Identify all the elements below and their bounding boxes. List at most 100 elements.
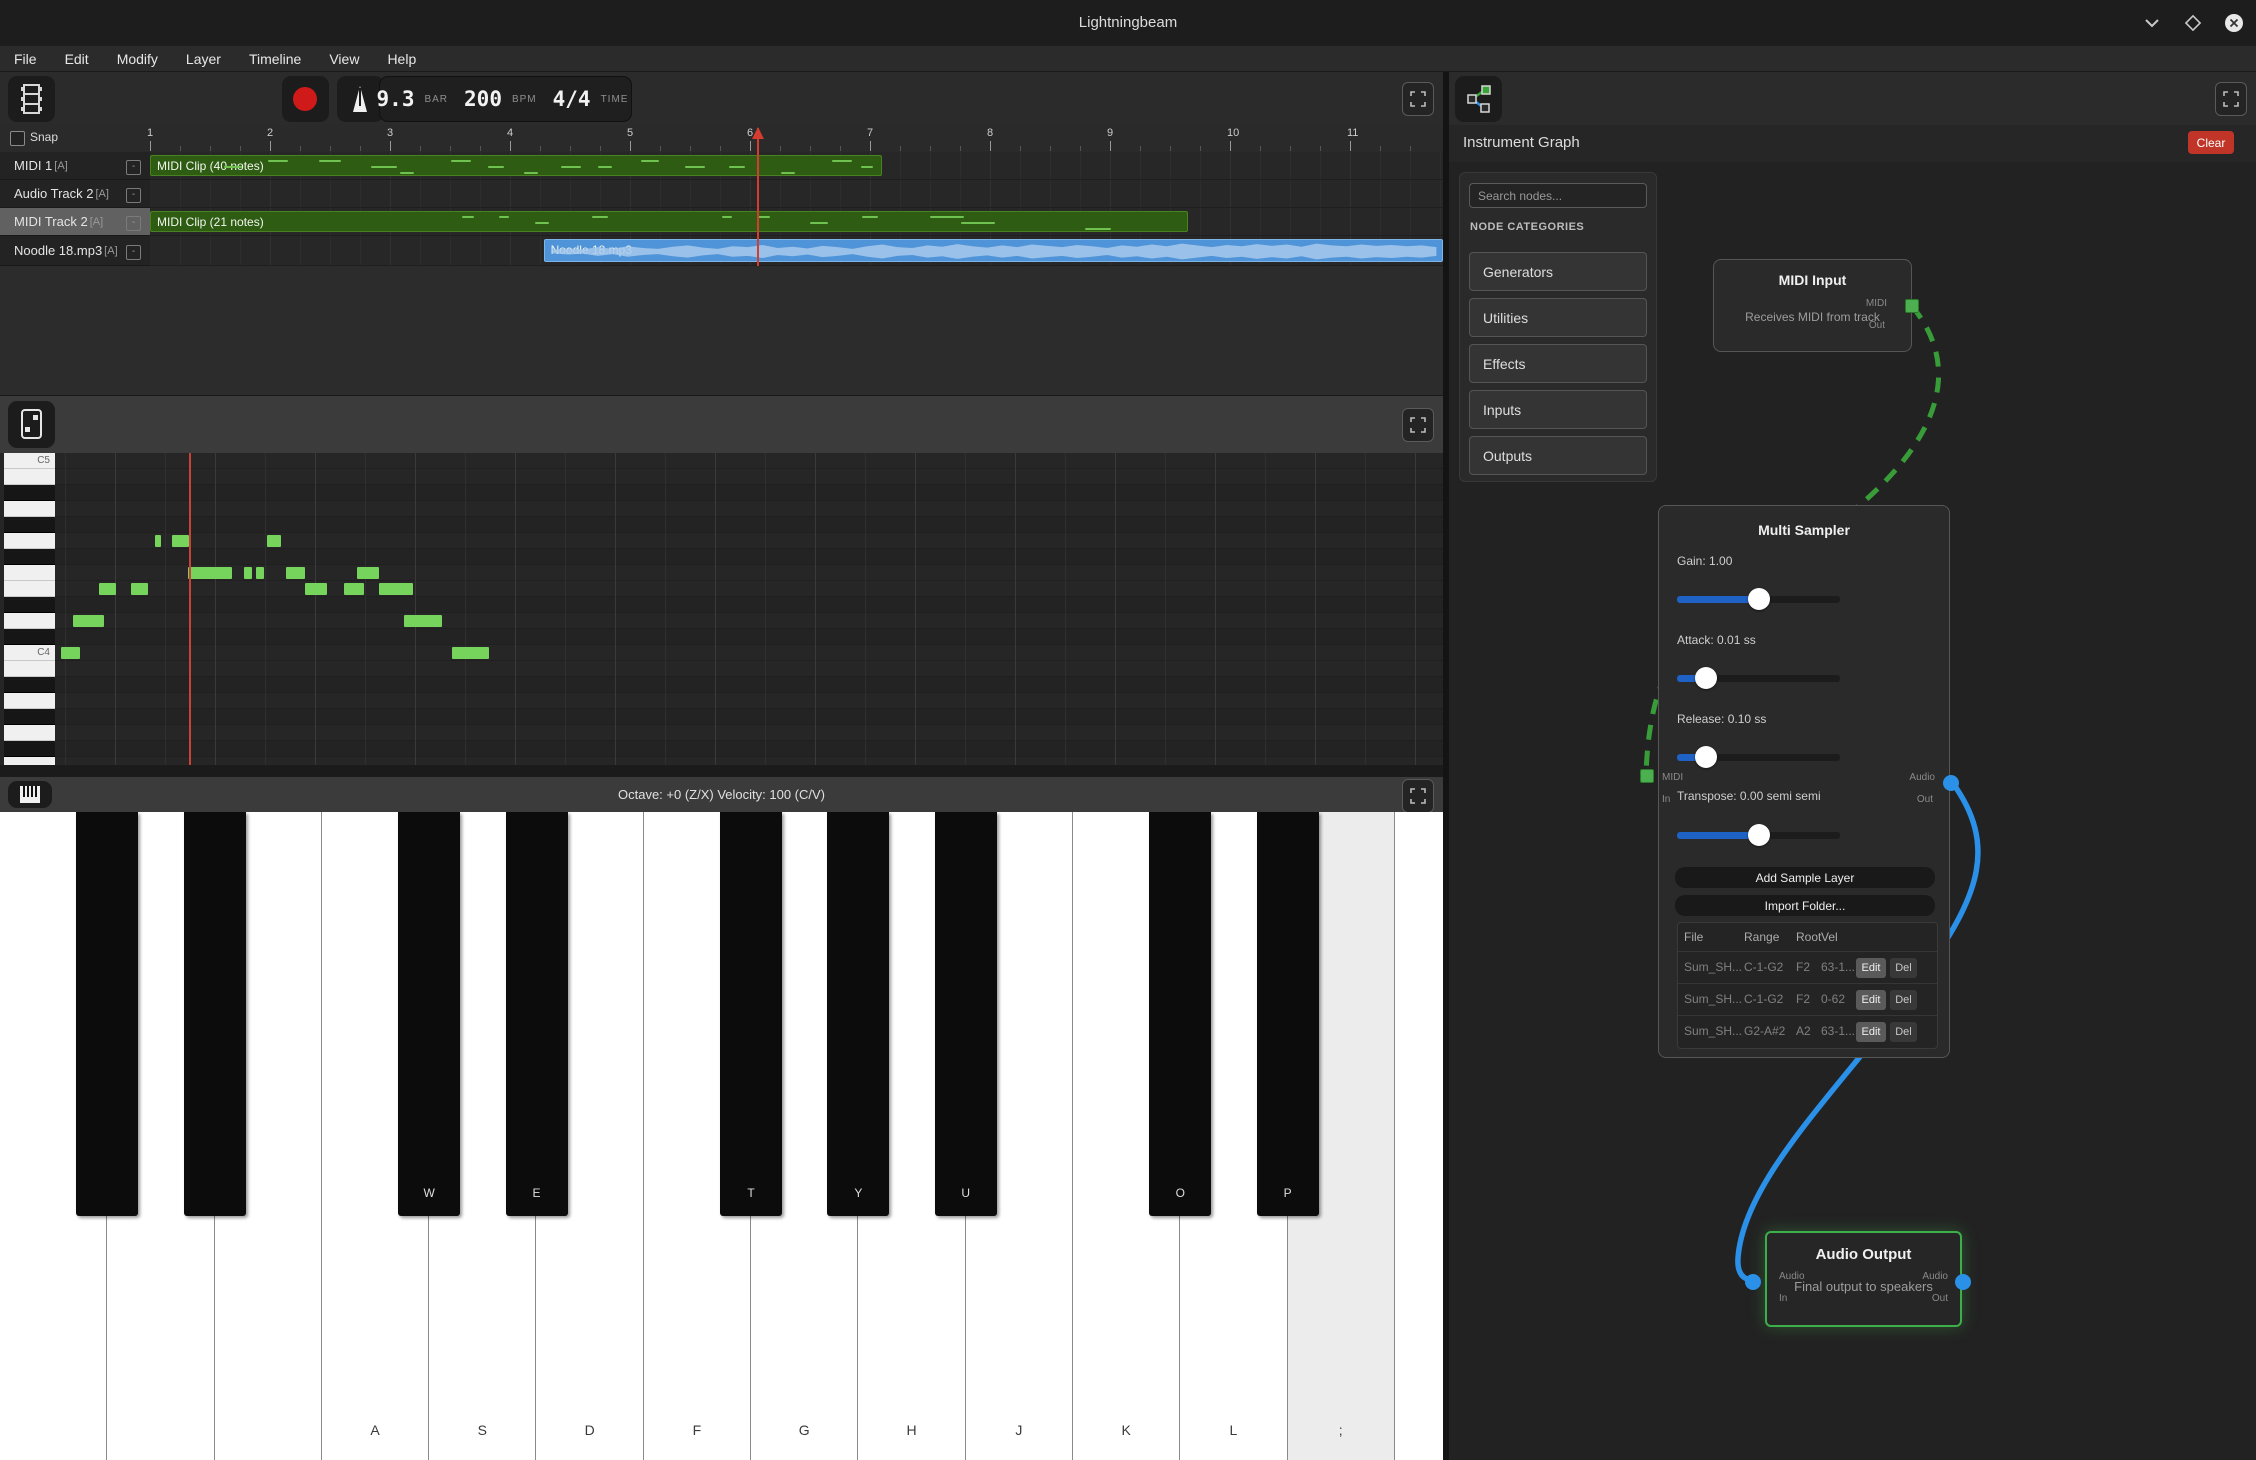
midi-note[interactable] (379, 583, 413, 595)
white-key-cell[interactable] (4, 501, 55, 517)
track-header-audio-track-2[interactable]: Audio Track 2[A]- (0, 180, 150, 208)
midi-clip[interactable]: MIDI Clip (21 notes) (150, 211, 1188, 232)
midi-note[interactable] (256, 567, 264, 579)
black-key-cell[interactable] (4, 485, 55, 501)
track-checkbox[interactable]: - (126, 188, 141, 203)
gain-slider[interactable] (1677, 588, 1840, 610)
keyboard-expand-button[interactable] (1402, 779, 1434, 813)
midi-note[interactable] (131, 583, 148, 595)
track-header-midi-track-2[interactable]: MIDI Track 2[A]- (0, 208, 150, 236)
midi-input-node[interactable]: MIDI Input Receives MIDI from track MIDI… (1713, 259, 1912, 352)
black-key-cell[interactable] (4, 549, 55, 565)
clear-graph-button[interactable]: Clear (2188, 131, 2234, 154)
black-key-p[interactable]: P (1257, 812, 1319, 1216)
white-key-cell[interactable] (4, 613, 55, 629)
midi-in-port[interactable] (1640, 769, 1654, 783)
piano-roll-expand-button[interactable] (1402, 408, 1434, 442)
edit-sample-button[interactable]: Edit (1856, 1022, 1886, 1042)
midi-note[interactable] (286, 567, 305, 579)
menu-item-edit[interactable]: Edit (65, 51, 89, 67)
node-graph-canvas[interactable]: NODE CATEGORIES GeneratorsUtilitiesEffec… (1449, 162, 2256, 1460)
midi-note[interactable] (155, 535, 161, 547)
category-inputs-button[interactable]: Inputs (1469, 390, 1647, 429)
category-generators-button[interactable]: Generators (1469, 252, 1647, 291)
track-header-noodle-18-mp3[interactable]: Noodle 18.mp3[A]- (0, 236, 150, 266)
timeline-expand-button[interactable] (1402, 82, 1434, 116)
edit-sample-button[interactable]: Edit (1856, 990, 1886, 1010)
track-checkbox[interactable]: - (126, 245, 141, 260)
black-key-cell[interactable] (4, 517, 55, 533)
menu-item-help[interactable]: Help (387, 51, 416, 67)
audio-in-port[interactable] (1745, 1274, 1761, 1290)
timeline-playhead[interactable] (757, 128, 759, 266)
add-sample-layer-button[interactable]: Add Sample Layer (1675, 867, 1935, 888)
multi-sampler-node[interactable]: Multi Sampler Gain: 1.00 Attack: 0.01 ss… (1658, 505, 1950, 1058)
menu-item-layer[interactable]: Layer (186, 51, 221, 67)
track-checkbox[interactable]: - (126, 160, 141, 175)
black-key-u[interactable]: U (935, 812, 997, 1216)
midi-clip[interactable]: MIDI Clip (40 notes) (150, 155, 882, 176)
edit-sample-button[interactable]: Edit (1856, 958, 1886, 978)
tempo-display[interactable]: 9.3 BAR 200 BPM 4/4 TIME (379, 76, 632, 122)
graph-expand-button[interactable] (2215, 82, 2247, 116)
white-key-cell[interactable] (4, 533, 55, 549)
category-utilities-button[interactable]: Utilities (1469, 298, 1647, 337)
track-checkbox[interactable]: - (126, 216, 141, 231)
audio-clip[interactable]: Noodle 18.mp3 (544, 239, 1443, 262)
black-key-cell[interactable] (4, 597, 55, 613)
white-key[interactable] (1395, 812, 1443, 1460)
black-key[interactable] (184, 812, 246, 1216)
piano-roll-playhead[interactable] (189, 453, 191, 765)
timeline-ruler[interactable]: Snap 1234567891011 (0, 125, 1443, 153)
midi-note[interactable] (188, 567, 232, 579)
midi-note[interactable] (305, 583, 327, 595)
black-key-cell[interactable] (4, 629, 55, 645)
import-folder-button[interactable]: Import Folder... (1675, 895, 1935, 916)
white-key-cell[interactable] (4, 757, 55, 765)
midi-note[interactable] (267, 535, 281, 547)
white-key-cell[interactable]: C5 (4, 453, 55, 469)
maximize-icon[interactable] (2182, 12, 2204, 34)
delete-sample-button[interactable]: Del (1890, 958, 1917, 978)
attack-slider[interactable] (1677, 667, 1840, 689)
node-graph-mode-button[interactable] (1455, 76, 1502, 122)
menu-item-timeline[interactable]: Timeline (249, 51, 301, 67)
track-lane[interactable] (150, 180, 1443, 208)
black-key[interactable] (76, 812, 138, 1216)
virtual-piano-keyboard[interactable]: ASDFGHJKL;WETYUOP (0, 812, 1443, 1460)
white-key-cell[interactable] (4, 565, 55, 581)
midi-note[interactable] (357, 567, 379, 579)
menu-item-view[interactable]: View (329, 51, 359, 67)
midi-note[interactable] (404, 615, 442, 627)
snap-checkbox[interactable] (10, 131, 25, 146)
search-input[interactable] (1469, 183, 1647, 208)
white-key-cell[interactable] (4, 661, 55, 677)
white-key-cell[interactable] (4, 469, 55, 485)
black-key-o[interactable]: O (1149, 812, 1211, 1216)
black-key-t[interactable]: T (720, 812, 782, 1216)
transpose-slider[interactable] (1677, 824, 1840, 846)
piano-roll-grid[interactable]: C5C4 (0, 453, 1443, 765)
midi-note[interactable] (344, 583, 364, 595)
black-key-y[interactable]: Y (827, 812, 889, 1216)
black-key-e[interactable]: E (506, 812, 568, 1216)
midi-note[interactable] (73, 615, 104, 627)
delete-sample-button[interactable]: Del (1890, 1022, 1917, 1042)
midi-note[interactable] (452, 647, 489, 659)
midi-note[interactable] (244, 567, 252, 579)
white-key-cell[interactable] (4, 725, 55, 741)
midi-note[interactable] (172, 535, 189, 547)
menu-item-file[interactable]: File (14, 51, 37, 67)
midi-note[interactable] (99, 583, 116, 595)
category-effects-button[interactable]: Effects (1469, 344, 1647, 383)
minimize-icon[interactable] (2141, 12, 2163, 34)
keyboard-mode-button[interactable] (8, 781, 52, 808)
audio-out-port[interactable] (1943, 775, 1959, 791)
black-key-cell[interactable] (4, 741, 55, 757)
timeline-empty-area[interactable] (0, 266, 1443, 395)
white-key-cell[interactable] (4, 581, 55, 597)
midi-note[interactable] (61, 647, 80, 659)
audio-out-port[interactable] (1955, 1274, 1971, 1290)
white-key-cell[interactable] (4, 693, 55, 709)
track-header-midi-1[interactable]: MIDI 1[A]- (0, 152, 150, 180)
